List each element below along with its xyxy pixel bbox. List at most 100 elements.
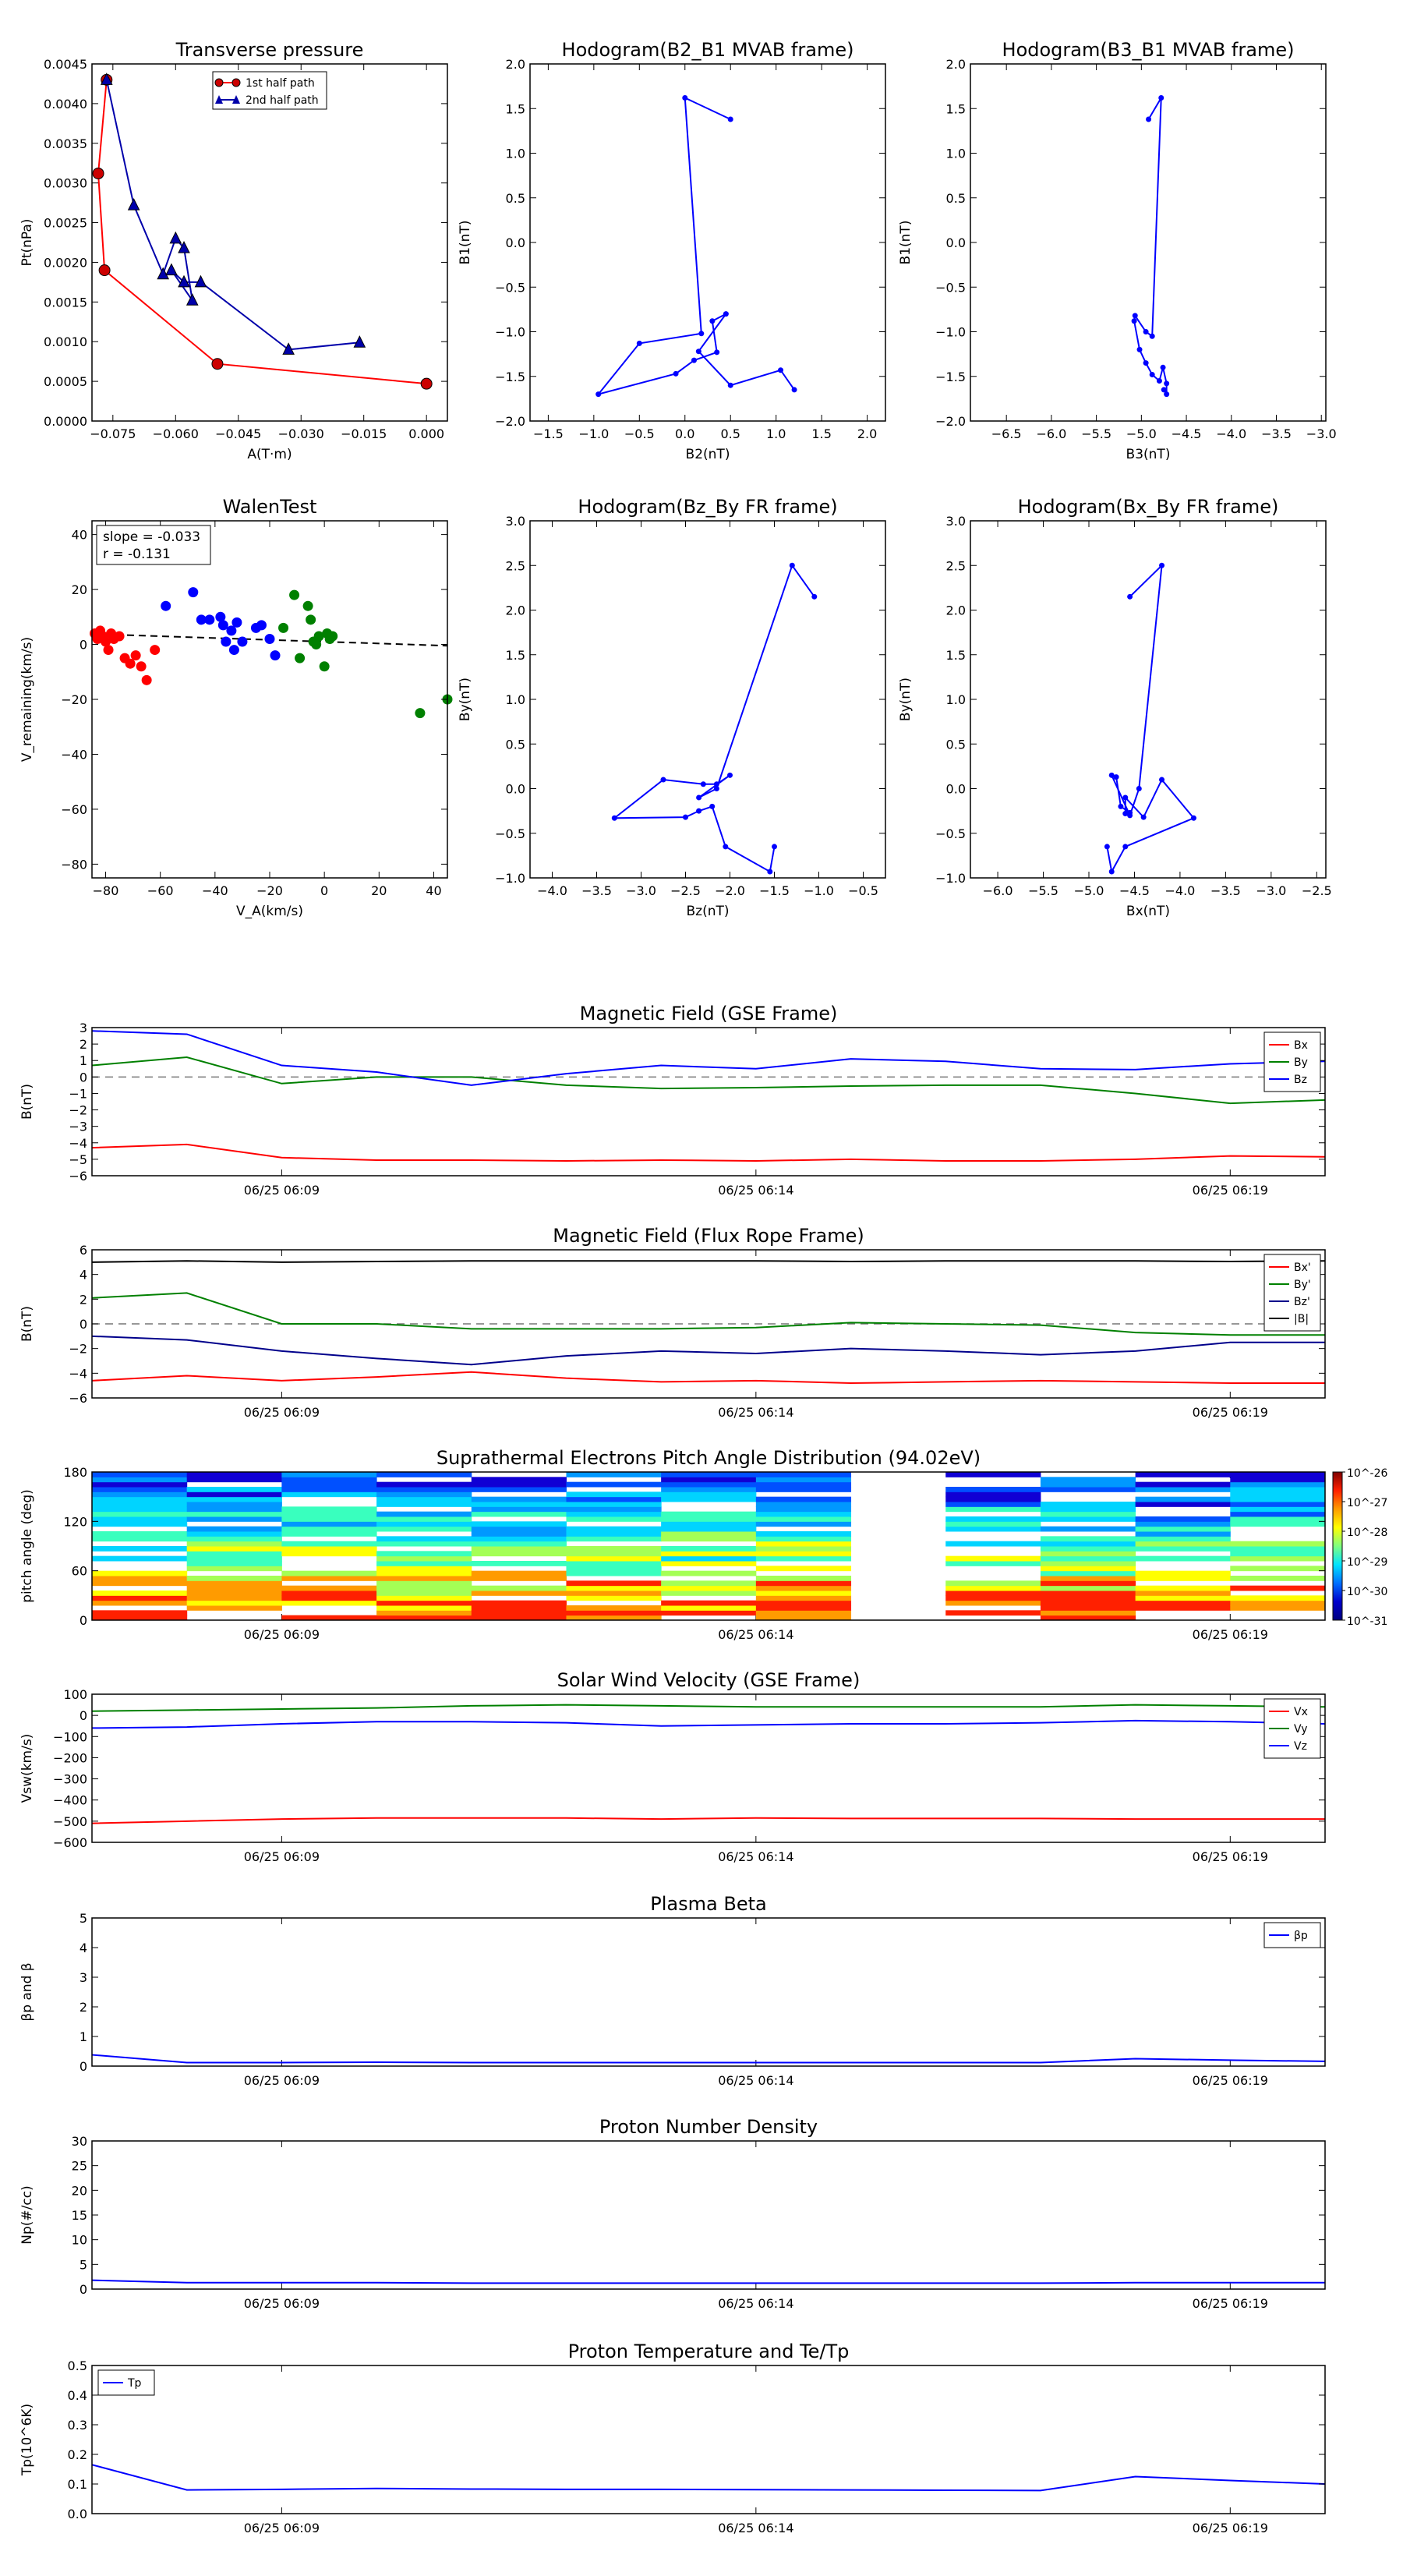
heatmap-cell [661,1511,757,1517]
heatmap-cell [1040,1536,1136,1542]
y-tick-label: −300 [53,1772,87,1787]
scatter-point [103,645,114,656]
scatter-point [161,600,171,611]
time-tick-label: 06/25 06:14 [718,1627,793,1642]
heatmap-cell [566,1472,662,1477]
y-tick-label: 40 [72,528,87,543]
heatmap-cell [661,1516,757,1522]
y-axis-label: βp and β [19,1962,35,2021]
heatmap-cell [471,1605,567,1611]
scatter-point [226,625,237,636]
heatmap-cell [281,1516,377,1522]
x-axis-label: V_A(km/s) [236,904,303,919]
series-line-Bx' [91,1371,1325,1385]
y-tick-label: −0.5 [495,826,525,841]
colorbar-label: 10^-26 [1347,1467,1388,1480]
x-tick-label: −1.5 [759,883,790,898]
data-point [1158,95,1164,101]
colorbar-bar [1332,1471,1343,1621]
heatmap-cell [566,1605,662,1611]
axes-frame [91,63,448,422]
heatmap-cell [1230,1496,1326,1502]
heatmap-cell [945,1591,1041,1596]
heatmap-cell [186,1561,282,1566]
x-tick-label: −2.0 [715,883,745,898]
heatmap-cell [755,1511,852,1517]
heatmap-cell [1230,1481,1326,1488]
data-point [767,869,773,875]
heatmap-cell [1040,1610,1136,1616]
heatmap-cell [566,1551,662,1557]
heatmap-cell [755,1481,852,1488]
panel-h2: Hodogram(B3_B1 MVAB frame) −2.0 −1.5 −1.0 −0… [898,39,1337,462]
heatmap-cell [566,1595,662,1601]
heatmap-cell [1230,1502,1326,1507]
y-tick-label: 0.2 [68,2447,87,2462]
y-tick-label: 20 [72,582,87,597]
y-tick-label: 2 [80,1037,87,1052]
heatmap-cell [186,1600,282,1606]
heatmap-cell [281,1487,377,1492]
heatmap-cell [92,1536,188,1542]
x-axis-label: Bx(nT) [1126,904,1170,919]
heatmap-cell [281,1521,377,1527]
heatmap-cell [566,1491,662,1498]
heatmap-cell [471,1477,567,1483]
x-tick-label: −2.5 [670,883,701,898]
axes-frame [529,63,886,422]
y-tick-label: 20 [72,2183,87,2198]
series-line-0 [97,80,427,385]
heatmap-cell [92,1477,188,1483]
y-tick-label: 2.0 [506,57,525,72]
heatmap-cell [376,1551,472,1557]
y-tick-label: 0.0 [506,235,525,250]
x-tick-label: −3.0 [626,883,656,898]
data-point [789,562,795,568]
legend: Bx By Bz [1263,1031,1321,1092]
x-tick-label: −0.045 [215,426,261,441]
series-line-|B| [91,1260,1326,1263]
y-tick-label: 5 [80,1911,87,1926]
data-point [165,263,178,276]
time-tick-label: 06/25 06:09 [244,2521,320,2535]
heatmap-cell [661,1531,757,1537]
panel-beta: Plasma Beta 06/25 06:09 06/25 06:14 06/25 0… [19,1893,1326,2088]
heatmap-cell [281,1531,377,1537]
heatmap-cell [376,1566,472,1572]
heatmap-cell [1040,1551,1136,1557]
panel-h3: Hodogram(Bz_By FR frame) −1.0 −0.5 0.0 0.5 1.… [458,496,886,919]
scatter-point [150,645,161,656]
y-tick-label: 2 [80,2000,87,2015]
heatmap-cell [281,1585,377,1591]
legend-marker [214,78,224,87]
heatmap-cell [945,1595,1041,1601]
y-tick-label: −1.0 [495,871,525,886]
x-tick-label: 1.5 [811,426,831,441]
heatmap-cell [661,1496,757,1502]
annotation-text: r = -0.131 [103,547,171,562]
axes-frame [91,2365,1326,2514]
heatmap-cell [945,1526,1041,1532]
heatmap-cell [471,1506,567,1513]
data-point [772,844,777,850]
data-point [98,264,111,277]
heatmap-cell [1135,1546,1231,1552]
heatmap-cell [566,1566,662,1572]
heatmap-cell [471,1511,567,1517]
panel-tp_temp: Proton Temperature and Te/Tp 06/25 06:09 0… [19,2341,1326,2535]
scatter-point [204,614,215,625]
heatmap-cell [566,1585,662,1591]
y-axis-label: B(nT) [19,1084,35,1120]
data-point [1159,562,1165,568]
heatmap-cell [471,1531,567,1537]
y-tick-label: 4 [80,1941,87,1955]
heatmap-cell [1040,1506,1136,1513]
heatmap-cell [376,1561,472,1566]
panel-title: Suprathermal Electrons Pitch Angle Distr… [436,1447,981,1469]
heatmap-cell [92,1516,188,1522]
time-tick-label: 06/25 06:09 [244,1183,320,1198]
data-point [673,370,679,377]
scatter-point [114,631,125,642]
heatmap-cell [661,1591,757,1596]
legend: Vx Vy Vz [1263,1698,1321,1759]
